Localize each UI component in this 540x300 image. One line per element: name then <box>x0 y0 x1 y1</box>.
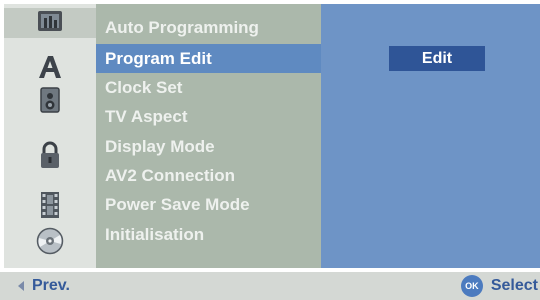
menu-item-program-edit[interactable]: Program Edit <box>96 44 321 73</box>
left-arrow-icon <box>18 281 24 291</box>
settings-menu: Auto Programming Program Edit Clock Set … <box>96 4 321 268</box>
prev-label: Prev. <box>32 277 70 294</box>
lock-icon <box>39 141 61 174</box>
menu-item-av2-connection[interactable]: AV2 Connection <box>96 161 321 190</box>
prev-hint[interactable]: Prev. <box>18 272 70 300</box>
category-language[interactable] <box>4 54 96 84</box>
select-hint[interactable]: OK Select <box>460 272 538 300</box>
recording-film-icon <box>40 191 60 224</box>
menu-item-display-mode[interactable]: Display Mode <box>96 132 321 161</box>
select-label: Select <box>490 277 538 294</box>
menu-item-initialisation[interactable]: Initialisation <box>96 220 321 249</box>
category-disc[interactable] <box>4 227 96 260</box>
menu-item-clock-set[interactable]: Clock Set <box>96 73 321 102</box>
menu-item-tv-aspect[interactable]: TV Aspect <box>96 102 321 131</box>
general-settings-icon <box>37 10 63 37</box>
audio-icon <box>39 86 61 118</box>
disc-icon <box>36 227 64 260</box>
edit-option-button[interactable]: Edit <box>389 46 485 71</box>
ok-button-icon: OK <box>460 275 483 297</box>
settings-screen: Auto Programming Program Edit Clock Set … <box>0 0 540 300</box>
language-icon <box>36 54 64 85</box>
footer-hint-bar: Prev. OK Select <box>0 272 540 300</box>
menu-item-auto-programming[interactable]: Auto Programming <box>96 13 321 42</box>
menu-item-power-save-mode[interactable]: Power Save Mode <box>96 190 321 219</box>
option-value-panel: Edit <box>321 4 540 268</box>
category-recording[interactable] <box>4 191 96 224</box>
category-icon-rail <box>4 4 96 268</box>
category-audio[interactable] <box>4 86 96 118</box>
category-general[interactable] <box>4 8 96 38</box>
category-lock[interactable] <box>4 141 96 174</box>
